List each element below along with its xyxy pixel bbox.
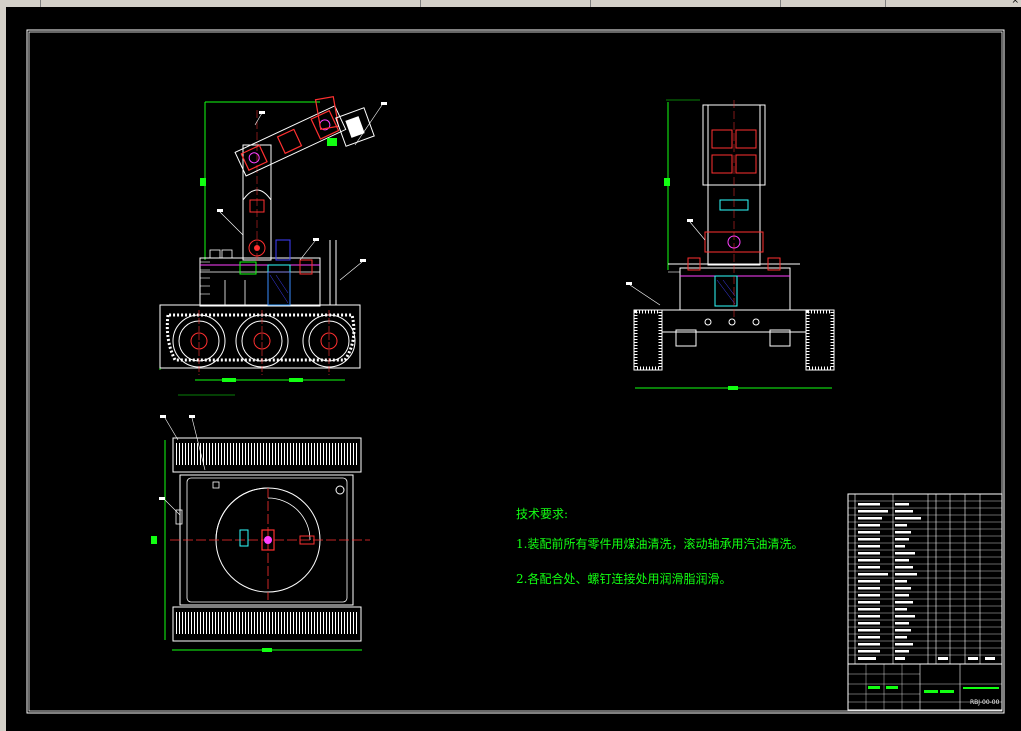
outer-frame <box>26 29 1005 714</box>
toolbar-divider <box>885 0 886 7</box>
cad-drawing-canvas[interactable]: 技术要求: 1.装配前所有零件用煤油清洗，滚动轴承用汽油清洗。 2.各配合处、螺… <box>6 7 1021 731</box>
cad-drawing-svg <box>26 29 1005 714</box>
close-icon[interactable]: × <box>1011 0 1019 6</box>
inner-frame <box>28 31 1003 712</box>
side-view <box>626 99 835 390</box>
tech-requirement-1: 1.装配前所有零件用煤油清洗，滚动轴承用汽油清洗。 <box>516 537 804 551</box>
top-view <box>151 415 370 652</box>
toolbar-divider <box>590 0 591 7</box>
title-block <box>847 493 1003 711</box>
front-view <box>159 95 387 396</box>
tech-requirement-2: 2.各配合处、螺钉连接处用润滑脂润滑。 <box>516 572 732 586</box>
toolbar-divider <box>780 0 781 7</box>
toolbar-divider <box>420 0 421 7</box>
drawing-number: RBJ-00-00 <box>970 699 1000 706</box>
tech-requirements-title: 技术要求: <box>516 507 569 521</box>
toolbar-divider <box>40 0 41 7</box>
